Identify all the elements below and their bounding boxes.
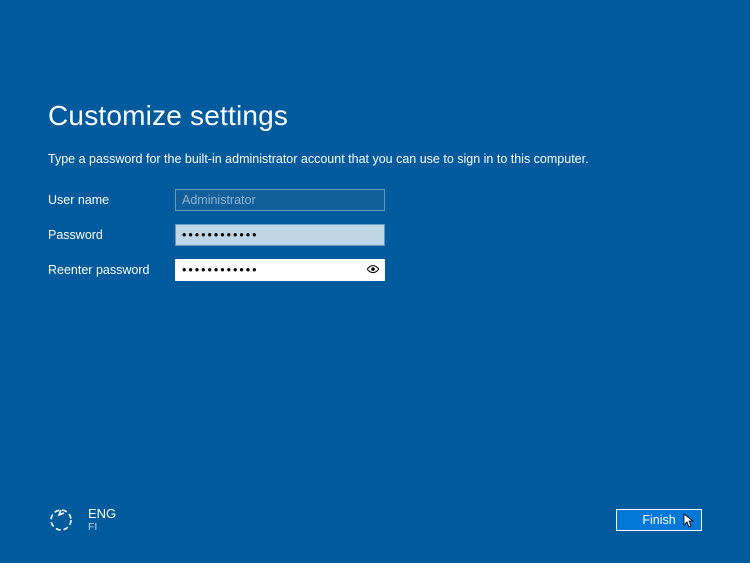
finish-button-label: Finish: [642, 513, 675, 527]
password-row: Password: [48, 223, 702, 247]
language-selector[interactable]: ENG FI: [88, 507, 116, 533]
language-code: ENG: [88, 507, 116, 521]
cursor-icon: [683, 513, 695, 529]
reveal-password-icon[interactable]: [366, 263, 380, 277]
reenter-label: Reenter password: [48, 263, 175, 277]
reenter-row: Reenter password: [48, 258, 702, 282]
ease-of-access-icon[interactable]: [48, 507, 74, 533]
finish-button[interactable]: Finish: [616, 509, 702, 531]
username-label: User name: [48, 193, 175, 207]
keyboard-layout: FI: [88, 521, 116, 533]
username-field: [175, 189, 385, 211]
password-label: Password: [48, 228, 175, 242]
instruction-text: Type a password for the built-in adminis…: [48, 152, 702, 166]
reenter-password-field[interactable]: [175, 259, 385, 281]
password-field[interactable]: [175, 224, 385, 246]
page-title: Customize settings: [48, 100, 702, 132]
username-row: User name: [48, 188, 702, 212]
